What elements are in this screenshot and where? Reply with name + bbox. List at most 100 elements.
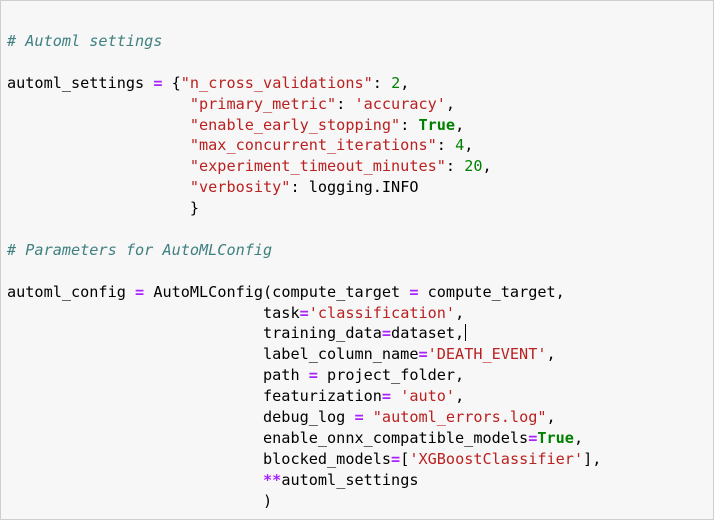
code-operator: = (381, 387, 392, 406)
code-comment: # Automl settings (7, 32, 163, 50)
code-line: } (7, 198, 601, 219)
code-string: 'XGBoostClassifier' (409, 449, 584, 468)
code-text: blocked_models (7, 449, 392, 468)
code-keyword: True (418, 115, 456, 134)
code-line: # Automl settings (7, 31, 601, 52)
code-text: task (7, 303, 300, 322)
text-cursor (465, 324, 467, 342)
code-number: 20 (464, 157, 483, 176)
code-text: dataset, (391, 324, 465, 343)
code-line: "experiment_timeout_minutes": 20, (7, 156, 601, 177)
code-keyword: True (537, 428, 574, 447)
code-string: "enable_early_stopping" (189, 115, 401, 134)
code-string: 'classification' (308, 303, 456, 322)
code-text: { (162, 73, 181, 92)
code-line: "verbosity": logging.INFO (7, 177, 601, 198)
code-text: training_data (7, 324, 382, 343)
code-text: debug_log (7, 408, 355, 427)
code-string: "verbosity" (189, 178, 291, 197)
code-line: "primary_metric": 'accuracy', (7, 94, 601, 115)
code-string: 'auto' (400, 387, 456, 406)
code-text: , (573, 428, 584, 447)
code-operator: ** (263, 470, 282, 489)
code-string: "primary_metric" (189, 94, 337, 113)
code-operator: = (409, 282, 419, 301)
code-text: , (546, 408, 556, 427)
code-line: ) (7, 491, 601, 512)
code-text: featurization (7, 387, 382, 406)
code-text: [ (400, 449, 410, 468)
code-text: path (7, 366, 309, 385)
code-text: AutoMLConfig(compute_target (144, 282, 410, 301)
code-text: ], (583, 449, 602, 468)
code-operator: = (391, 449, 401, 468)
code-string: "automl_errors.log" (372, 408, 547, 427)
code-string: "experiment_timeout_minutes" (189, 157, 446, 176)
code-text: automl_settings (281, 470, 419, 489)
code-line: **automl_settings (7, 470, 601, 491)
code-operator: = (418, 345, 428, 364)
code-text: } (7, 199, 200, 218)
code-text: : (436, 136, 456, 155)
code-text: automl_settings (7, 73, 154, 92)
code-line: automl_config = AutoMLConfig(compute_tar… (7, 282, 601, 303)
code-line: enable_onnx_compatible_models=True, (7, 428, 601, 449)
code-operator: = (381, 324, 392, 343)
code-text: , (482, 157, 492, 176)
code-line: debug_log = "automl_errors.log", (7, 407, 601, 428)
code-line: automl_settings = {"n_cross_validations"… (7, 73, 601, 94)
code-string: "max_concurrent_iterations" (189, 136, 437, 155)
code-line: label_column_name='DEATH_EVENT', (7, 344, 601, 365)
page-background (0, 520, 715, 527)
code-comment: # Parameters for AutoMLConfig (7, 240, 273, 259)
code-text: compute_target, (418, 282, 565, 301)
code-text: enable_onnx_compatible_models (7, 428, 529, 447)
code-text: project_folder, (317, 366, 465, 385)
code-text: : logging.INFO (290, 178, 419, 197)
code-line: blocked_models=['XGBoostClassifier'], (7, 449, 601, 470)
code-operator: = (308, 366, 318, 385)
code-operator: = (299, 303, 309, 322)
code-text: , (400, 73, 410, 92)
code-text: : (400, 115, 419, 134)
code-operator: = (354, 408, 364, 427)
code-line: training_data=dataset, (7, 323, 601, 344)
code-text: , (455, 303, 465, 322)
code-string: 'DEATH_EVENT' (427, 345, 547, 364)
code-cell[interactable]: # Automl settings automl_settings = {"n_… (0, 0, 714, 520)
code-number: 2 (391, 73, 401, 92)
code-line: # Parameters for AutoMLConfig (7, 240, 601, 261)
code-text: , (455, 387, 465, 406)
code-line: "enable_early_stopping": True, (7, 115, 601, 136)
code-operator: = (135, 282, 145, 301)
code-text: , (445, 94, 456, 113)
code-text: : (445, 157, 465, 176)
code-line: featurization= 'auto', (7, 386, 601, 407)
code-string: "n_cross_validations" (180, 73, 373, 92)
code-number: 4 (455, 136, 465, 155)
code-text: , (455, 115, 465, 134)
code-text: automl_config (7, 282, 136, 301)
code-editor[interactable]: # Automl settings automl_settings = {"n_… (7, 31, 601, 511)
code-line: task='classification', (7, 303, 601, 324)
code-string: 'accuracy' (354, 94, 446, 113)
code-text: ) (7, 491, 273, 510)
code-text: : (336, 94, 355, 113)
code-text: : (372, 73, 392, 92)
code-text: , (546, 345, 556, 364)
code-operator: = (528, 428, 538, 447)
code-line: path = project_folder, (7, 365, 601, 386)
code-text: , (464, 136, 474, 155)
code-line: "max_concurrent_iterations": 4, (7, 135, 601, 156)
code-text: label_column_name (7, 345, 419, 364)
